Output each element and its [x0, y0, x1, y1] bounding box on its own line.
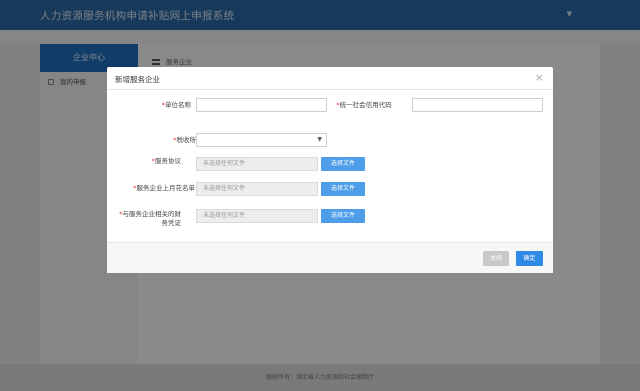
close-button[interactable]: 关闭 [483, 251, 509, 266]
add-service-enterprise-dialog: 新增服务企业 × *单位名称 *统一社会信用代码 *税收所在地 ▼ *服务协议 … [107, 67, 553, 273]
confirm-button[interactable]: 确定 [516, 251, 543, 266]
dialog-footer: 关闭 确定 [107, 242, 553, 273]
financial-voucher-label: *与服务企业相关的财务凭证 [119, 210, 181, 227]
roster-file-display: 未选择任何文件 [196, 182, 318, 196]
agreement-label: *服务协议 [151, 157, 181, 165]
unit-name-input[interactable] [196, 98, 327, 112]
agreement-file-display: 未选择任何文件 [196, 157, 318, 171]
dialog-title: 新增服务企业 [115, 75, 160, 84]
agreement-choose-file-button[interactable]: 选择文件 [321, 157, 365, 171]
dialog-header: 新增服务企业 × [107, 67, 553, 90]
tax-location-select[interactable]: ▼ [196, 133, 327, 147]
financial-voucher-choose-file-button[interactable]: 选择文件 [321, 209, 365, 223]
credit-code-input[interactable] [412, 98, 543, 112]
chevron-down-icon: ▼ [317, 136, 322, 143]
financial-voucher-file-display: 未选择任何文件 [196, 209, 318, 223]
unit-name-label: *单位名称 [161, 101, 191, 109]
close-icon[interactable]: × [535, 71, 544, 84]
roster-choose-file-button[interactable]: 选择文件 [321, 182, 365, 196]
credit-code-label: *统一社会信用代码 [336, 101, 392, 109]
roster-label: *服务企业上月花名单 [133, 184, 195, 192]
